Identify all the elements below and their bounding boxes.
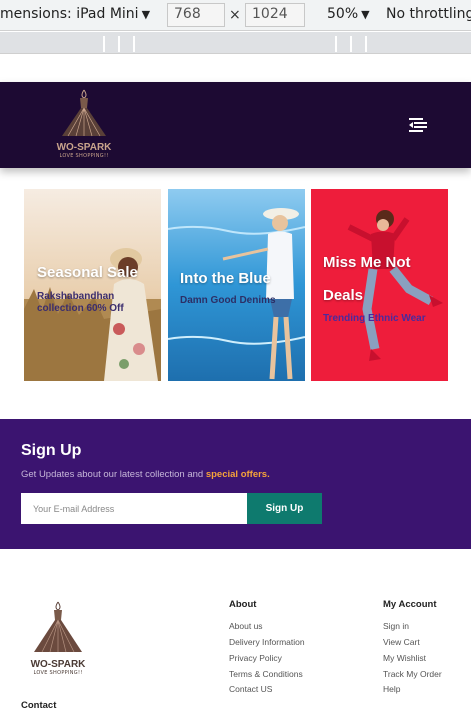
ruler-tick <box>335 36 337 52</box>
hamburger-menu-icon[interactable] <box>409 117 427 133</box>
footer-logo[interactable]: WO-SPARK LOVE SHOPPING!! <box>24 600 92 676</box>
width-input[interactable]: 768 <box>167 3 225 27</box>
promo-image-red <box>311 189 448 381</box>
footer-link-contact-us[interactable]: Contact US <box>229 684 272 694</box>
footer-link-help[interactable]: Help <box>383 684 400 694</box>
signup-heading: Sign Up <box>21 442 82 459</box>
ruler-tick <box>103 36 105 52</box>
footer-contact-heading: Contact <box>21 700 57 711</box>
footer-link-view-cart[interactable]: View Cart <box>383 637 420 647</box>
special-offers-highlight: special offers. <box>205 469 270 480</box>
footer-about-heading: About <box>229 599 257 610</box>
throttle-selector[interactable]: No throttling <box>386 6 471 22</box>
footer-link-sign-in[interactable]: Sign in <box>383 621 409 631</box>
media-query-ruler <box>0 32 471 54</box>
devtools-toolbar: mensions: iPad Mini ▼ 768 × 1024 50% ▼ No … <box>0 0 471 31</box>
device-selector[interactable]: mensions: iPad Mini ▼ <box>0 6 150 22</box>
logo-tagline: LOVE SHOPPING!! <box>59 153 109 159</box>
promo-title-line2: Deals <box>323 287 364 304</box>
logo-brand: WO-SPARK <box>56 142 112 153</box>
promo-card-seasonal-sale[interactable]: Seasonal Sale Rakshabandhan collection 6… <box>24 189 161 381</box>
logo-tagline: LOVE SHOPPING!! <box>33 670 83 676</box>
footer-account-heading: My Account <box>383 599 437 610</box>
promo-subtitle: Trending Ethnic Wear <box>323 313 426 324</box>
promo-title: Into the Blue <box>180 270 271 287</box>
newsletter-section <box>0 419 471 549</box>
footer-link-my-wishlist[interactable]: My Wishlist <box>383 653 426 663</box>
email-input[interactable] <box>21 493 247 524</box>
ruler-tick <box>350 36 352 52</box>
footer-link-track-my-order[interactable]: Track My Order <box>383 669 442 679</box>
promo-card-into-the-blue[interactable]: Into the Blue Damn Good Denims <box>168 189 305 381</box>
footer-link-delivery-information[interactable]: Delivery Information <box>229 637 305 647</box>
height-input[interactable]: 1024 <box>245 3 305 27</box>
promo-image-field <box>24 189 161 381</box>
footer-link-privacy-policy[interactable]: Privacy Policy <box>229 653 282 663</box>
ruler-tick <box>133 36 135 52</box>
footer-link-about-us[interactable]: About us <box>229 621 263 631</box>
dress-logo-icon <box>34 601 82 653</box>
promo-title: Seasonal Sale <box>37 264 138 281</box>
footer-link-terms[interactable]: Terms & Conditions <box>229 669 303 679</box>
signup-button[interactable]: Sign Up <box>247 493 322 524</box>
chevron-down-icon: ▼ <box>141 8 151 21</box>
promo-title-line1: Miss Me Not <box>323 254 411 271</box>
promo-subtitle: Damn Good Denims <box>180 295 276 306</box>
signup-description: Get Updates about our latest collection … <box>21 469 270 480</box>
chevron-down-icon: ▼ <box>361 8 370 21</box>
logo-brand: WO-SPARK <box>30 659 86 670</box>
header-logo[interactable]: WO-SPARK LOVE SHOPPING!! <box>50 88 118 159</box>
times-sign: × <box>229 7 241 23</box>
promo-card-miss-me-not[interactable]: Miss Me Not Deals Trending Ethnic Wear <box>311 189 448 381</box>
promo-subtitle: Rakshabandhan collection 60% Off <box>37 291 124 314</box>
zoom-selector[interactable]: 50% ▼ <box>327 6 370 22</box>
dress-logo-icon <box>62 89 106 137</box>
ruler-tick <box>118 36 120 52</box>
ruler-tick <box>365 36 367 52</box>
